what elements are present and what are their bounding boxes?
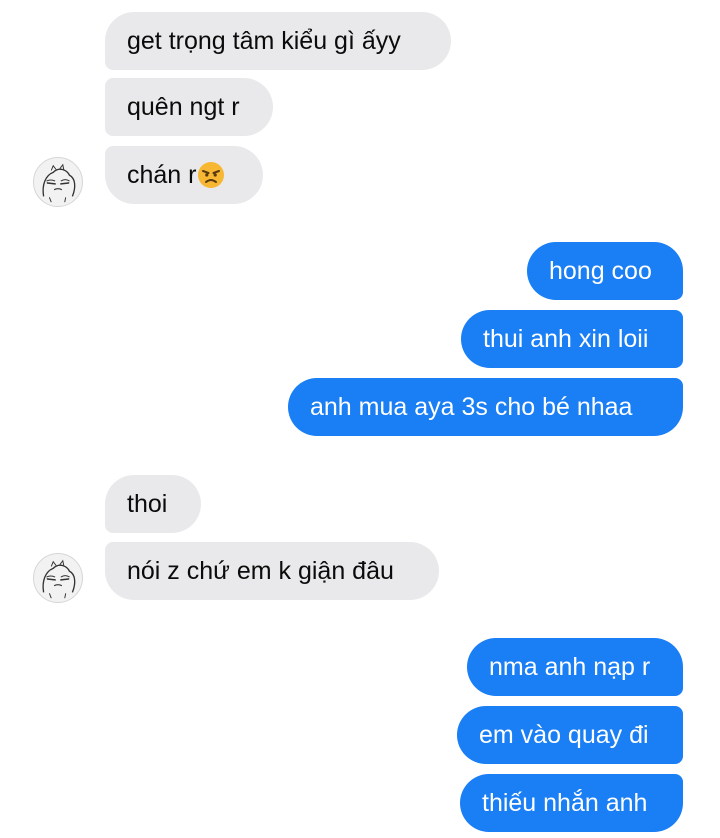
message-text: anh mua aya 3s cho bé nhaa: [310, 393, 633, 421]
message-text: nói z chứ em k giận đâu: [127, 557, 394, 585]
incoming-message-bubble[interactable]: chán r: [105, 146, 263, 204]
message-text: chán r: [127, 161, 197, 189]
incoming-message-bubble[interactable]: thoi: [105, 475, 201, 533]
message-text: get trọng tâm kiểu gì ấyy: [127, 27, 401, 55]
message-text: nma anh nạp r: [489, 653, 651, 681]
incoming-message-bubble[interactable]: get trọng tâm kiểu gì ấyy: [105, 12, 451, 70]
message-text: thoi: [127, 490, 168, 518]
outgoing-message-bubble[interactable]: thui anh xin loii: [461, 310, 683, 368]
message-text: thiếu nhắn anh: [482, 789, 648, 817]
outgoing-message-bubble[interactable]: anh mua aya 3s cho bé nhaa: [288, 378, 683, 436]
angry-face-emoji-icon: [197, 152, 225, 188]
incoming-message-bubble[interactable]: quên ngt r: [105, 78, 273, 136]
message-text: quên ngt r: [127, 93, 240, 121]
outgoing-message-bubble[interactable]: thiếu nhắn anh: [460, 774, 683, 832]
outgoing-message-bubble[interactable]: hong coo: [527, 242, 683, 300]
message-text: em vào quay đi: [479, 721, 649, 749]
outgoing-message-bubble[interactable]: nma anh nạp r: [467, 638, 683, 696]
sketch-character-avatar-icon: [42, 163, 76, 203]
outgoing-message-bubble[interactable]: em vào quay đi: [457, 706, 683, 764]
message-text: hong coo: [549, 257, 652, 285]
contact-avatar[interactable]: [33, 553, 83, 603]
contact-avatar[interactable]: [33, 157, 83, 207]
sketch-character-avatar-icon: [42, 559, 76, 599]
message-text: thui anh xin loii: [483, 325, 649, 353]
incoming-message-bubble[interactable]: nói z chứ em k giận đâu: [105, 542, 439, 600]
